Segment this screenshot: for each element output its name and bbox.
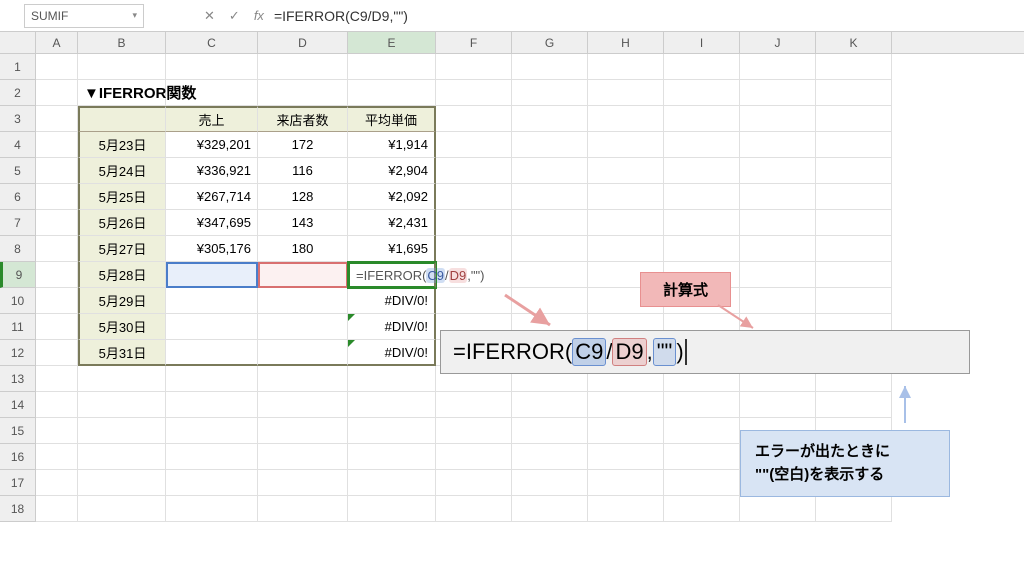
arrow-icon (500, 290, 560, 330)
error-cell[interactable]: #DIV/0! (348, 314, 436, 340)
col-header-I[interactable]: I (664, 32, 740, 53)
text-cursor-icon (685, 339, 687, 365)
active-cell-E9[interactable]: =IFERROR(C9/D9,"") (348, 262, 436, 288)
col-header-B[interactable]: B (78, 32, 166, 53)
row-header-15[interactable]: 15 (0, 418, 36, 444)
cell-D9-reference[interactable] (258, 262, 348, 288)
name-box-dropdown-icon[interactable]: ▾ (132, 10, 137, 21)
row-header-1[interactable]: 1 (0, 54, 36, 80)
error-cell[interactable]: #DIV/0! (348, 288, 436, 314)
error-cell[interactable]: #DIV/0! (348, 340, 436, 366)
formula-ref-C9: C9 (572, 338, 606, 366)
row-header-11[interactable]: 11 (0, 314, 36, 340)
row-header-6[interactable]: 6 (0, 184, 36, 210)
accept-icon[interactable]: ✓ (229, 8, 240, 24)
arrow-icon (890, 378, 920, 428)
row-header-10[interactable]: 10 (0, 288, 36, 314)
col-header-K[interactable]: K (816, 32, 892, 53)
fx-icon[interactable]: fx (254, 8, 264, 23)
formula-bar: SUMIF ▾ ✕ ✓ fx =IFERROR(C9/D9,"") (0, 0, 1024, 32)
row-header-9[interactable]: 9 (0, 262, 36, 288)
cell-C9-reference[interactable] (166, 262, 258, 288)
cell[interactable] (78, 54, 166, 80)
col-header-H[interactable]: H (588, 32, 664, 53)
arrow-icon (713, 300, 763, 330)
formula-bar-controls: ✕ ✓ fx (204, 8, 264, 24)
row-header-7[interactable]: 7 (0, 210, 36, 236)
column-headers: A B C D E F G H I J K (0, 32, 1024, 54)
formula-ref-D9: D9 (612, 338, 646, 366)
annotation-big-formula: =IFERROR( C9 / D9 , "" ) (440, 330, 970, 374)
table-header-avg[interactable]: 平均単価 (348, 106, 436, 132)
row-header-8[interactable]: 8 (0, 236, 36, 262)
date-cell[interactable]: 5月23日 (78, 132, 166, 158)
cell[interactable] (36, 54, 78, 80)
row-header-2[interactable]: 2 (0, 80, 36, 106)
row-header-3[interactable]: 3 (0, 106, 36, 132)
row-header-4[interactable]: 4 (0, 132, 36, 158)
avg-cell[interactable]: ¥1,914 (348, 132, 436, 158)
table-header-visitors[interactable]: 来店者数 (258, 106, 348, 132)
annotation-explain: エラーが出たときに ""(空白)を表示する (740, 430, 950, 497)
select-all-corner[interactable] (0, 32, 36, 53)
col-header-J[interactable]: J (740, 32, 816, 53)
col-header-D[interactable]: D (258, 32, 348, 53)
formula-ref-blank: "" (653, 338, 677, 366)
col-header-A[interactable]: A (36, 32, 78, 53)
formula-input[interactable]: =IFERROR(C9/D9,"") (264, 8, 1024, 24)
col-header-C[interactable]: C (166, 32, 258, 53)
name-box[interactable]: SUMIF ▾ (24, 4, 144, 28)
row-header-14[interactable]: 14 (0, 392, 36, 418)
row-header-13[interactable]: 13 (0, 366, 36, 392)
sales-cell[interactable]: ¥329,201 (166, 132, 258, 158)
name-box-value: SUMIF (31, 9, 68, 23)
col-header-E[interactable]: E (348, 32, 436, 53)
visitors-cell[interactable]: 172 (258, 132, 348, 158)
row-header-17[interactable]: 17 (0, 470, 36, 496)
row-header-5[interactable]: 5 (0, 158, 36, 184)
col-header-F[interactable]: F (436, 32, 512, 53)
row-header-16[interactable]: 16 (0, 444, 36, 470)
row-header-18[interactable]: 18 (0, 496, 36, 522)
table-title[interactable]: ▼IFERROR関数 (78, 80, 166, 106)
table-header-sales[interactable]: 売上 (166, 106, 258, 132)
row-header-12[interactable]: 12 (0, 340, 36, 366)
col-header-G[interactable]: G (512, 32, 588, 53)
table-header[interactable] (78, 106, 166, 132)
cancel-icon[interactable]: ✕ (204, 8, 215, 24)
